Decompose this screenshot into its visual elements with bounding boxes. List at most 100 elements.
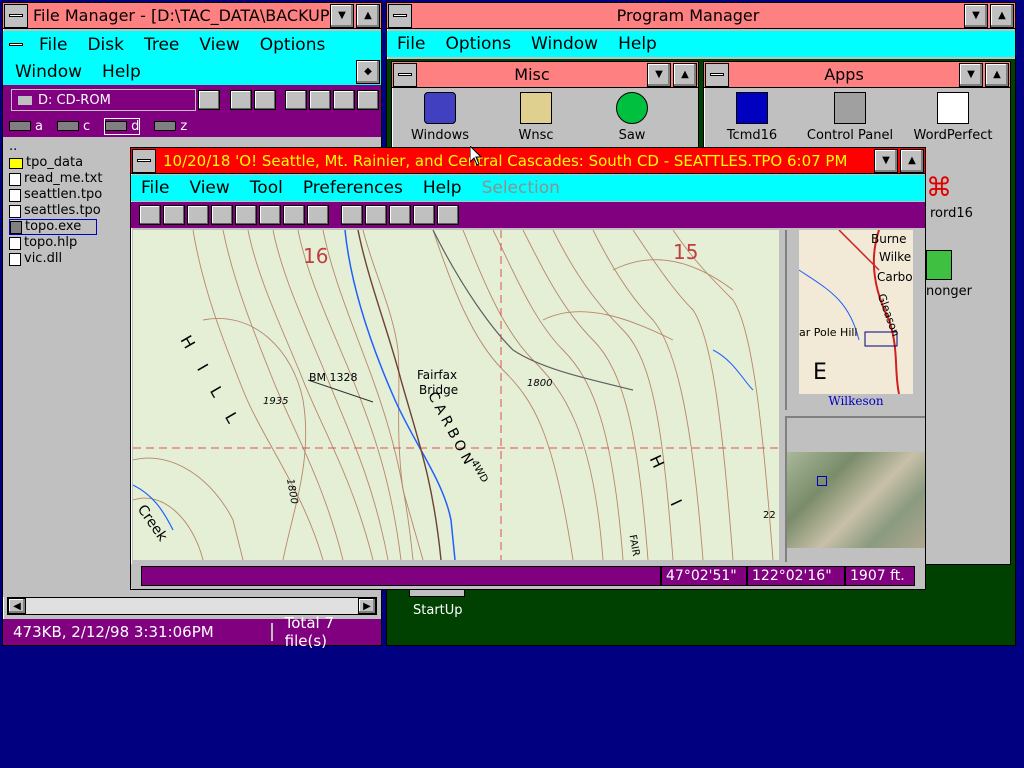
details-view-button[interactable]	[285, 90, 308, 110]
drive-bar: a c d z	[3, 115, 381, 137]
overview-label-e: E	[813, 360, 827, 385]
system-menu-icon[interactable]	[388, 3, 412, 28]
status-elevation: 1907 ft.	[845, 566, 915, 586]
restore-button[interactable]: ◆	[356, 59, 380, 84]
copy-button[interactable]	[333, 90, 356, 110]
maximize-button[interactable]: ▲	[673, 62, 697, 87]
find-tool-icon[interactable]	[413, 205, 435, 225]
menu-file[interactable]: File	[387, 34, 435, 54]
system-menu-icon[interactable]	[393, 62, 417, 87]
drive-z[interactable]: z	[154, 119, 187, 134]
partial-app-icon[interactable]	[926, 250, 952, 280]
startup-label[interactable]: StartUp	[413, 603, 463, 618]
system-menu-icon[interactable]	[705, 62, 729, 87]
topo-titlebar[interactable]: 10/20/18 'O! Seattle, Mt. Rainier, and C…	[131, 148, 925, 174]
saw-program-icon[interactable]: Saw	[592, 92, 672, 143]
fairfax-label: Fairfax	[417, 368, 458, 382]
menu-view[interactable]: View	[189, 35, 249, 55]
wordperfect-icon	[937, 92, 969, 124]
profile-tool-icon[interactable]	[307, 205, 329, 225]
menu-file[interactable]: File	[131, 178, 179, 198]
system-menu-icon[interactable]	[4, 3, 28, 28]
drive-c[interactable]: c	[56, 119, 90, 134]
menu-selection: Selection	[481, 178, 560, 198]
control-panel-program-icon[interactable]: Control Panel	[802, 92, 898, 143]
print-tool-icon[interactable]	[365, 205, 387, 225]
mouse-cursor-icon	[470, 146, 482, 166]
program-manager-titlebar[interactable]: Program Manager ▼ ▲	[387, 3, 1015, 29]
maximize-button[interactable]: ▲	[990, 3, 1014, 28]
center-tool-icon[interactable]	[163, 205, 185, 225]
acrobat-icon[interactable]: ⌘	[926, 174, 952, 202]
drive-selector[interactable]: D: CD-ROM	[11, 89, 196, 111]
sort-button[interactable]	[309, 90, 332, 110]
menu-window[interactable]: Window	[3, 62, 92, 82]
tree-button[interactable]	[357, 90, 379, 110]
scroll-right-button[interactable]: ▶	[358, 598, 376, 614]
drive-d[interactable]: d	[104, 117, 141, 135]
child-system-menu-icon[interactable]	[4, 33, 28, 57]
minimize-button[interactable]: ▼	[874, 148, 898, 173]
minimize-button[interactable]: ▼	[959, 62, 983, 87]
windows-program-icon[interactable]: Windows	[400, 92, 480, 143]
misc-titlebar[interactable]: Misc ▼ ▲	[392, 62, 698, 88]
file-icon	[9, 236, 21, 250]
menu-window[interactable]: Window	[521, 34, 608, 54]
regional-relief-map[interactable]	[787, 452, 925, 548]
system-menu-icon[interactable]	[132, 148, 156, 173]
overview-caption: Wilkeson	[828, 394, 884, 408]
connect-drive-button[interactable]	[229, 90, 252, 110]
topo-statusbar: 47°02'51" 122°02'16" 1907 ft.	[131, 564, 925, 588]
file-manager-titlebar[interactable]: File Manager - [D:\TAC_DATA\BACKUP ▼ ▲	[3, 3, 381, 29]
zoom-in-tool-icon[interactable]	[139, 205, 161, 225]
tcmd16-program-icon[interactable]: Tcmd16	[712, 92, 792, 143]
drive-dropdown-button[interactable]	[197, 90, 220, 110]
wordperfect-program-icon[interactable]: WordPerfect	[900, 92, 1006, 143]
menu-help[interactable]: Help	[413, 178, 472, 198]
drive-selector-value: D: CD-ROM	[38, 92, 111, 108]
status-selection: 473KB, 2/12/98 3:31:06PM	[3, 623, 273, 641]
menu-options[interactable]: Options	[250, 35, 336, 55]
horizontal-scrollbar[interactable]: ◀ ▶	[7, 597, 377, 615]
topo-window[interactable]: 10/20/18 'O! Seattle, Mt. Rainier, and C…	[130, 147, 926, 590]
menu-tree[interactable]: Tree	[134, 35, 189, 55]
menu-help[interactable]: Help	[92, 62, 151, 82]
menu-view[interactable]: View	[179, 178, 239, 198]
partial-icon-label-rord16[interactable]: rord16	[930, 206, 973, 221]
menu-options[interactable]: Options	[435, 34, 521, 54]
apps-titlebar[interactable]: Apps ▼ ▲	[704, 62, 1010, 88]
maximize-button[interactable]: ▲	[356, 3, 380, 28]
icon-label: Tcmd16	[726, 128, 778, 143]
partial-icon-label-nonger[interactable]: nonger	[926, 284, 972, 299]
menu-disk[interactable]: Disk	[77, 35, 134, 55]
regional-map-pane[interactable]	[785, 416, 925, 562]
line-tool-icon[interactable]	[283, 205, 305, 225]
list-item-selected[interactable]: topo.exe	[9, 219, 97, 235]
overview-map[interactable]: Burne Wilke Carbo Gleason ar Pole Hill E	[799, 230, 913, 394]
topo-map[interactable]: 16 15 H I L L BM 1328 Fairfax Bridge CAR…	[133, 230, 779, 560]
menu-preferences[interactable]: Preferences	[293, 178, 413, 198]
drive-a[interactable]: a	[9, 119, 43, 134]
maximize-button[interactable]: ▲	[985, 62, 1009, 87]
hand-tool-icon[interactable]	[341, 205, 363, 225]
select-tool-icon[interactable]	[211, 205, 233, 225]
benchmark-label: BM 1328	[309, 371, 358, 384]
minimize-button[interactable]: ▼	[330, 3, 354, 28]
scroll-left-button[interactable]: ◀	[8, 598, 26, 614]
pan-tool-icon[interactable]	[187, 205, 209, 225]
wnsc-program-icon[interactable]: Wnsc	[496, 92, 576, 143]
minimize-button[interactable]: ▼	[647, 62, 671, 87]
open-folder-icon[interactable]	[389, 205, 411, 225]
list-view-button[interactable]	[253, 90, 276, 110]
menu-file[interactable]: File	[29, 35, 77, 55]
elevation-1935: 1935	[263, 396, 289, 407]
minimize-button[interactable]: ▼	[964, 3, 988, 28]
section-number-15: 15	[673, 240, 699, 264]
text-tool-icon[interactable]	[259, 205, 281, 225]
overview-pane[interactable]: Burne Wilke Carbo Gleason ar Pole Hill E…	[785, 230, 925, 410]
menu-tool[interactable]: Tool	[240, 178, 293, 198]
marker-tool-icon[interactable]	[235, 205, 257, 225]
maximize-button[interactable]: ▲	[900, 148, 924, 173]
help-tool-icon[interactable]	[437, 205, 459, 225]
menu-help[interactable]: Help	[608, 34, 667, 54]
